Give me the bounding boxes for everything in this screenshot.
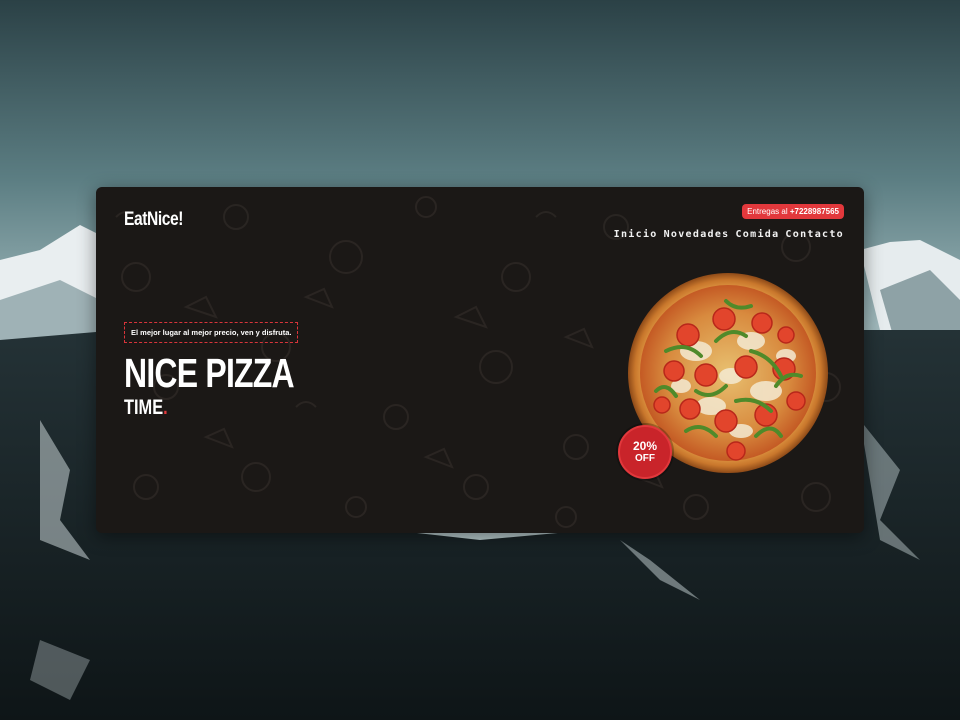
hero-subtitle-text: TIME [124, 396, 164, 419]
discount-badge[interactable]: 20% OFF [618, 425, 672, 479]
nav-item-novedades[interactable]: Novedades [664, 229, 730, 240]
nav-item-inicio[interactable]: Inicio [614, 229, 658, 240]
hero-card: EatNice! Entregas al +7228987565 Inicio … [96, 187, 864, 533]
nav-item-comida[interactable]: Comida [735, 229, 779, 240]
hero-subtitle: TIME. [124, 396, 168, 420]
delivery-phone: +7228987565 [789, 207, 839, 216]
hero-title: NICE PIZZA [124, 350, 295, 396]
main-nav: Inicio Novedades Comida Contacto [614, 229, 844, 240]
delivery-phone-badge[interactable]: Entregas al +7228987565 [742, 204, 844, 219]
discount-label: OFF [635, 452, 655, 464]
nav-item-contacto[interactable]: Contacto [785, 229, 844, 240]
hero-subtitle-dot: . [163, 396, 168, 419]
hero-tagline: El mejor lugar al mejor precio, ven y di… [124, 322, 299, 343]
brand-logo[interactable]: EatNice! [124, 209, 183, 231]
discount-percent: 20% [632, 438, 658, 453]
delivery-label: Entregas al [747, 207, 790, 216]
